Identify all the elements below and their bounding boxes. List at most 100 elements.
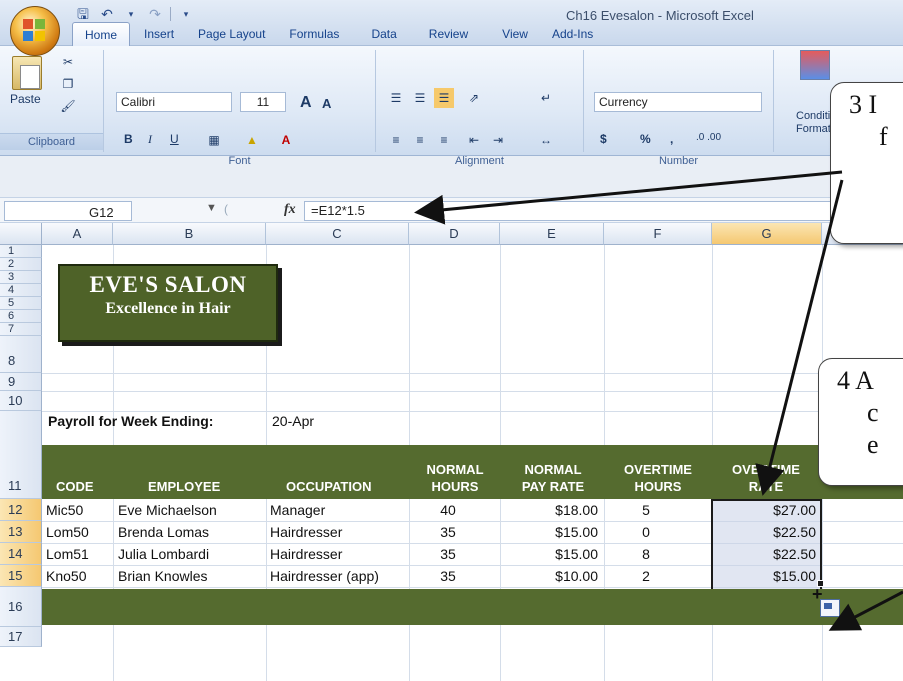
cell-ot-rate[interactable]: $22.50 bbox=[716, 546, 816, 562]
insert-function-button[interactable]: fx bbox=[284, 202, 296, 218]
align-center-icon[interactable]: ≡ bbox=[410, 130, 430, 150]
save-icon[interactable]: 🖫 bbox=[74, 6, 92, 22]
grow-font-button[interactable]: A bbox=[300, 94, 312, 112]
column-header-b[interactable]: B bbox=[113, 223, 266, 245]
redo-icon[interactable]: ↷ bbox=[146, 6, 164, 22]
row-header[interactable]: 5 bbox=[0, 297, 42, 310]
font-size-box[interactable]: 11 bbox=[240, 92, 286, 112]
cell-rate[interactable]: $15.00 bbox=[510, 524, 598, 540]
decimal-buttons[interactable]: .0 .00 bbox=[696, 132, 721, 143]
cell-hours[interactable]: 40 bbox=[430, 502, 466, 518]
tab-data[interactable]: Data bbox=[351, 22, 408, 46]
row-header[interactable]: 11 bbox=[0, 411, 42, 499]
row-header[interactable]: 10 bbox=[0, 391, 42, 411]
cell-employee[interactable]: Brenda Lomas bbox=[118, 524, 209, 540]
select-all-button[interactable] bbox=[0, 223, 42, 245]
autofill-options-icon[interactable] bbox=[820, 599, 840, 617]
formula-bar-splitter[interactable]: ( bbox=[224, 202, 228, 216]
tab-home[interactable]: Home bbox=[72, 22, 131, 46]
row-header[interactable]: 7 bbox=[0, 323, 42, 336]
cell-hours[interactable]: 35 bbox=[430, 568, 466, 584]
cell-code[interactable]: Lom50 bbox=[46, 524, 89, 540]
tab-page-layout[interactable]: Page Layout bbox=[186, 22, 277, 46]
row-header[interactable]: 8 bbox=[0, 336, 42, 373]
conditional-formatting-icon[interactable] bbox=[800, 50, 830, 80]
tab-view[interactable]: View bbox=[480, 22, 540, 46]
row-header[interactable]: 4 bbox=[0, 284, 42, 297]
tab-review[interactable]: Review bbox=[409, 22, 480, 46]
row-header[interactable]: 1 bbox=[0, 245, 42, 258]
cell-employee[interactable]: Julia Lombardi bbox=[118, 546, 209, 562]
copy-icon[interactable]: ❐ bbox=[58, 74, 78, 94]
cell-ot-rate[interactable]: $15.00 bbox=[716, 568, 816, 584]
cell-rate[interactable]: $10.00 bbox=[510, 568, 598, 584]
align-middle-icon[interactable]: ☰ bbox=[410, 88, 430, 108]
increase-indent-icon[interactable]: ⇥ bbox=[488, 130, 508, 150]
cell-ot-hours[interactable]: 5 bbox=[636, 502, 656, 518]
name-box[interactable]: G12 bbox=[4, 201, 132, 221]
font-color-icon[interactable]: A bbox=[276, 130, 296, 150]
paste-icon[interactable] bbox=[12, 56, 42, 90]
tab-add-ins[interactable]: Add-Ins bbox=[540, 22, 605, 46]
name-box-dropdown-icon[interactable]: ▼ bbox=[206, 202, 217, 214]
cell-rate[interactable]: $15.00 bbox=[510, 546, 598, 562]
bold-button[interactable]: B bbox=[124, 132, 133, 146]
column-header-d[interactable]: D bbox=[409, 223, 500, 245]
decrease-indent-icon[interactable]: ⇤ bbox=[464, 130, 484, 150]
cell-code[interactable]: Kno50 bbox=[46, 568, 86, 584]
row-header[interactable]: 9 bbox=[0, 373, 42, 391]
cell-ot-hours[interactable]: 8 bbox=[636, 546, 656, 562]
align-right-icon[interactable]: ≡ bbox=[434, 130, 454, 150]
fill-color-icon[interactable]: ▲ bbox=[242, 130, 262, 150]
number-format-box[interactable]: Currency bbox=[594, 92, 762, 112]
customize-qat-icon[interactable]: ▾ bbox=[177, 6, 195, 22]
row-header[interactable]: 6 bbox=[0, 310, 42, 323]
column-header-c[interactable]: C bbox=[266, 223, 409, 245]
tab-insert[interactable]: Insert bbox=[130, 22, 186, 46]
row-header[interactable]: 15 bbox=[0, 565, 42, 587]
borders-icon[interactable]: ▦ bbox=[204, 130, 224, 150]
dropdown-icon[interactable]: ▾ bbox=[122, 6, 140, 22]
cell-ot-hours[interactable]: 2 bbox=[636, 568, 656, 584]
cell-hours[interactable]: 35 bbox=[430, 524, 466, 540]
merge-center-icon[interactable]: ↔ bbox=[536, 130, 556, 150]
cell-occupation[interactable]: Hairdresser bbox=[270, 524, 342, 540]
cell-code[interactable]: Mic50 bbox=[46, 502, 83, 518]
italic-button[interactable]: I bbox=[148, 132, 152, 147]
currency-button[interactable]: $ bbox=[600, 132, 607, 146]
column-header-e[interactable]: E bbox=[500, 223, 604, 245]
row-header[interactable]: 13 bbox=[0, 521, 42, 543]
tab-formulas[interactable]: Formulas bbox=[277, 22, 351, 46]
underline-button[interactable]: U bbox=[170, 132, 179, 146]
shrink-font-button[interactable]: A bbox=[322, 96, 331, 111]
column-header-g[interactable]: G bbox=[712, 223, 822, 245]
wrap-text-icon[interactable]: ↵ bbox=[536, 88, 556, 108]
row-header[interactable]: 17 bbox=[0, 627, 42, 647]
cut-icon[interactable]: ✂ bbox=[58, 52, 78, 72]
cell-ot-hours[interactable]: 0 bbox=[636, 524, 656, 540]
cell-ot-rate[interactable]: $27.00 bbox=[716, 502, 816, 518]
column-header-f[interactable]: F bbox=[604, 223, 712, 245]
cell-rate[interactable]: $18.00 bbox=[510, 502, 598, 518]
cell-occupation[interactable]: Hairdresser (app) bbox=[270, 568, 379, 584]
orientation-icon[interactable]: ⇗ bbox=[464, 88, 484, 108]
cell-occupation[interactable]: Manager bbox=[270, 502, 325, 518]
cell-hours[interactable]: 35 bbox=[430, 546, 466, 562]
row-header[interactable]: 12 bbox=[0, 499, 42, 521]
formula-input[interactable]: =E12*1.5 bbox=[304, 201, 900, 221]
cell-employee[interactable]: Brian Knowles bbox=[118, 568, 208, 584]
comma-button[interactable]: , bbox=[670, 132, 673, 146]
cell-ot-rate[interactable]: $22.50 bbox=[716, 524, 816, 540]
cell-employee[interactable]: Eve Michaelson bbox=[118, 502, 217, 518]
payroll-date[interactable]: 20-Apr bbox=[272, 413, 314, 429]
align-left-icon[interactable]: ≡ bbox=[386, 130, 406, 150]
row-header[interactable]: 16 bbox=[0, 587, 42, 627]
percent-button[interactable]: % bbox=[640, 132, 651, 146]
row-header[interactable]: 3 bbox=[0, 271, 42, 284]
undo-icon[interactable]: ↶ bbox=[98, 6, 116, 22]
font-name-box[interactable]: Calibri bbox=[116, 92, 232, 112]
paste-button[interactable]: Paste bbox=[10, 92, 41, 106]
align-bottom-icon[interactable]: ☰ bbox=[434, 88, 454, 108]
row-header[interactable]: 14 bbox=[0, 543, 42, 565]
cell-code[interactable]: Lom51 bbox=[46, 546, 89, 562]
